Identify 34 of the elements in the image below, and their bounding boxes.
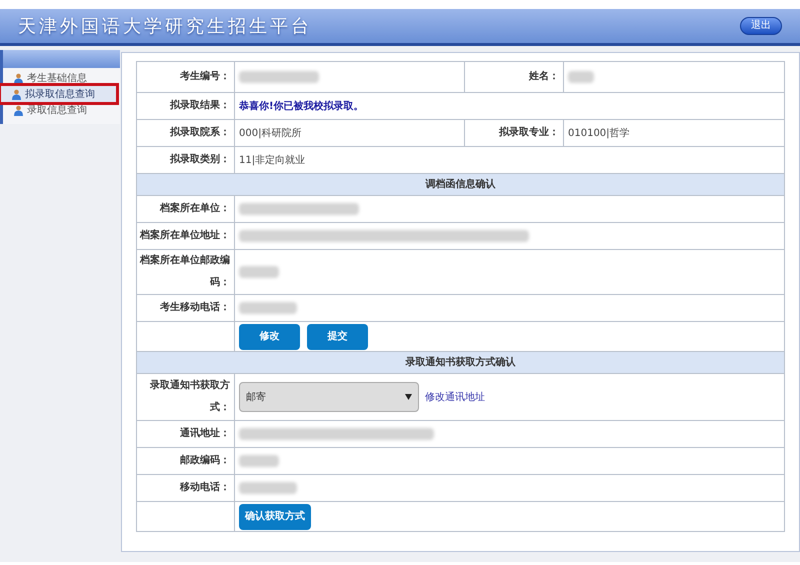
edit-address-link[interactable]: 修改通讯地址: [425, 390, 485, 404]
section-title: 录取通知书获取方式确认: [406, 357, 516, 368]
delivery-method-dropdown[interactable]: 邮寄: [239, 382, 419, 412]
sidebar-item[interactable]: 录取信息查询: [3, 102, 120, 118]
field-label: 档案所在单位地址：: [140, 230, 230, 241]
field-value: 010100|哲学: [568, 128, 630, 138]
field-label: 档案所在单位邮政编码：: [140, 255, 230, 288]
dropdown-arrow-icon: [405, 394, 412, 400]
field-value: 000|科研院所: [239, 128, 302, 138]
user-icon: [13, 72, 24, 84]
field-value: 11|非定向就业: [239, 154, 306, 166]
sidebar-item[interactable]: 考生基础信息: [3, 70, 120, 86]
action-button[interactable]: 提交: [307, 324, 368, 350]
field-label: 拟录取类别：: [170, 154, 230, 165]
field-label: 移动电话：: [180, 482, 230, 493]
action-button[interactable]: 修改: [239, 324, 300, 350]
user-icon: [13, 104, 24, 116]
field-label: 档案所在单位：: [160, 203, 230, 214]
logout-button[interactable]: 退出: [740, 17, 782, 35]
section-title: 调档函信息确认: [426, 179, 496, 190]
field-label: 姓名：: [529, 71, 559, 82]
field-label: 邮政编码：: [180, 455, 230, 466]
field-label: 拟录取结果：: [170, 100, 230, 111]
action-button[interactable]: 确认获取方式: [239, 504, 311, 530]
sidebar-item[interactable]: 拟录取信息查询: [1, 86, 116, 102]
field-value: 恭喜你!你已被我校拟录取。: [239, 100, 364, 112]
site-title: 天津外国语大学研究生招生平台: [18, 14, 312, 38]
field-label: 录取通知书获取方式：: [150, 380, 230, 413]
field-label: 考生移动电话：: [160, 302, 230, 313]
field-label: 拟录取院系：: [170, 127, 230, 138]
field-label: 考生编号：: [180, 71, 230, 82]
field-label: 通讯地址：: [180, 428, 230, 439]
user-icon: [11, 88, 22, 100]
field-label: 拟录取专业：: [499, 127, 559, 138]
